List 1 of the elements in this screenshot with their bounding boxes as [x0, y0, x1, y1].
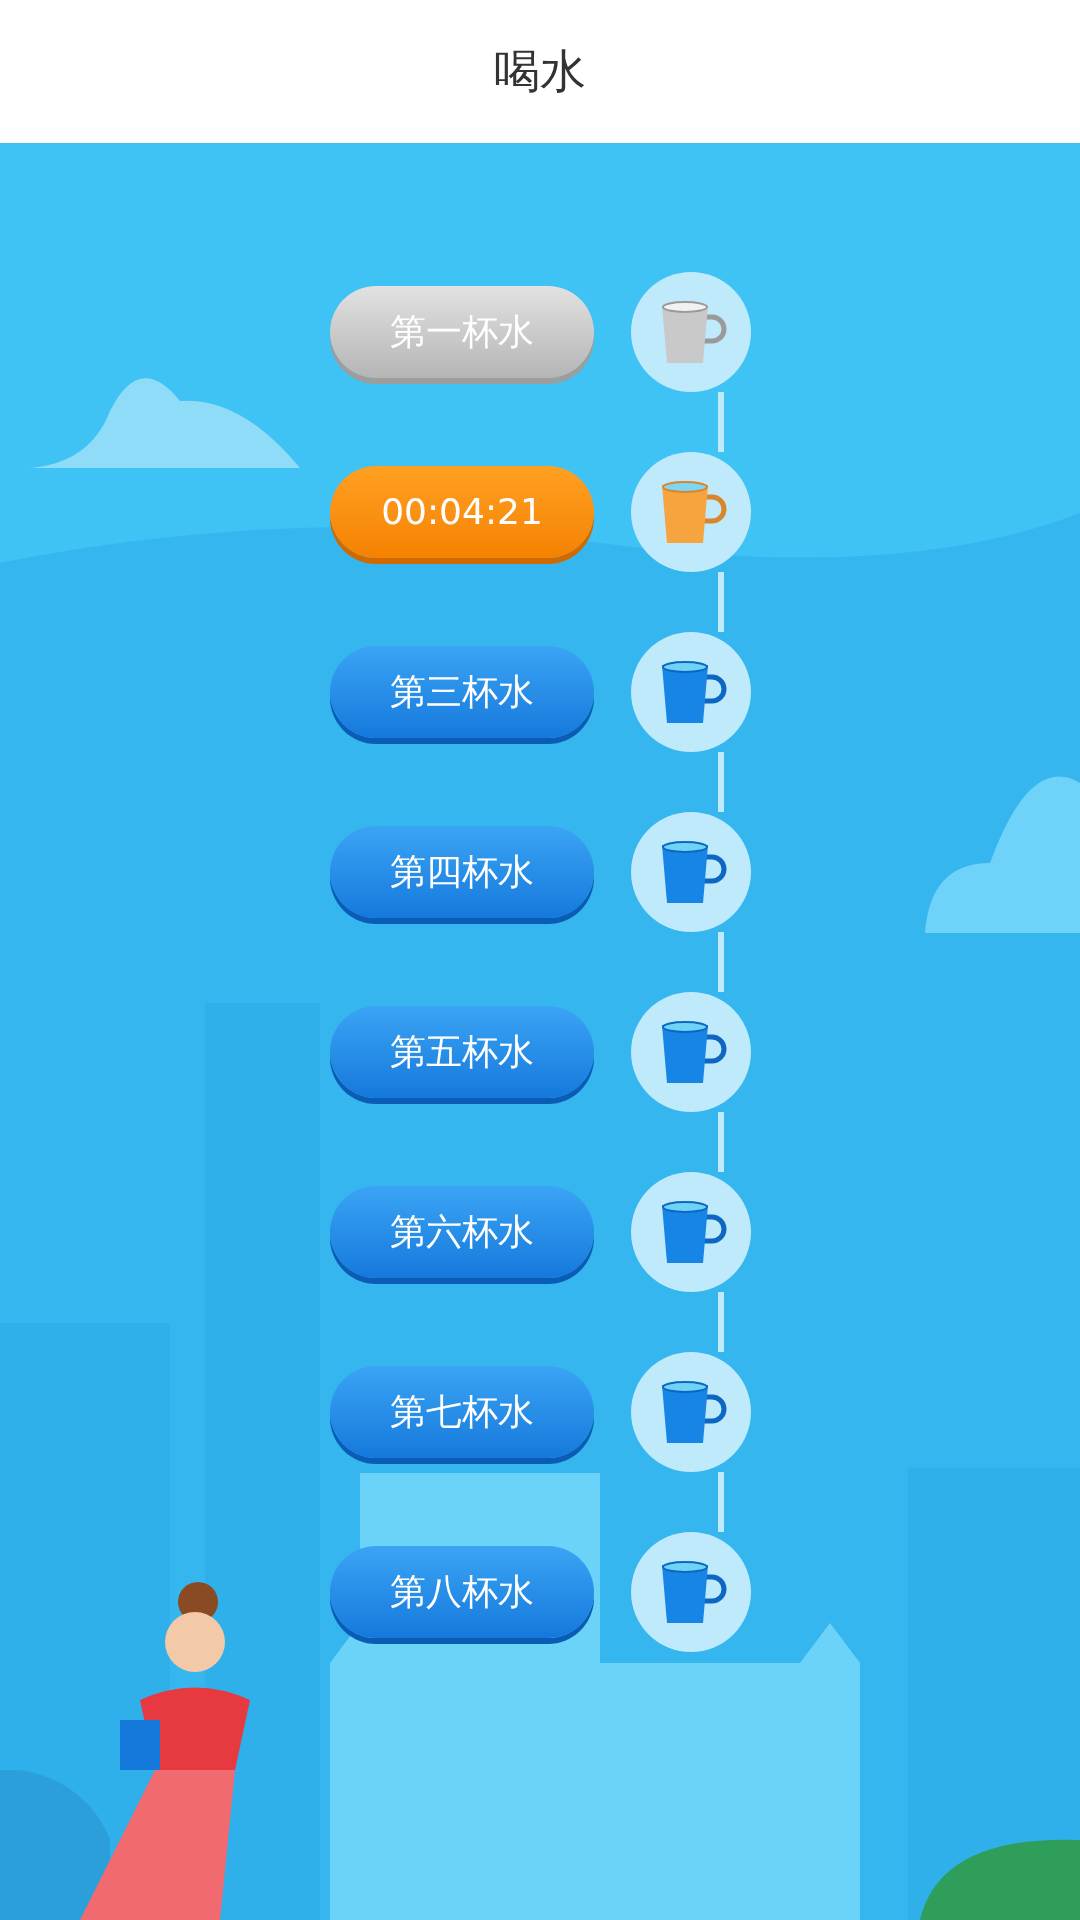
page-title: 喝水 [494, 43, 586, 100]
